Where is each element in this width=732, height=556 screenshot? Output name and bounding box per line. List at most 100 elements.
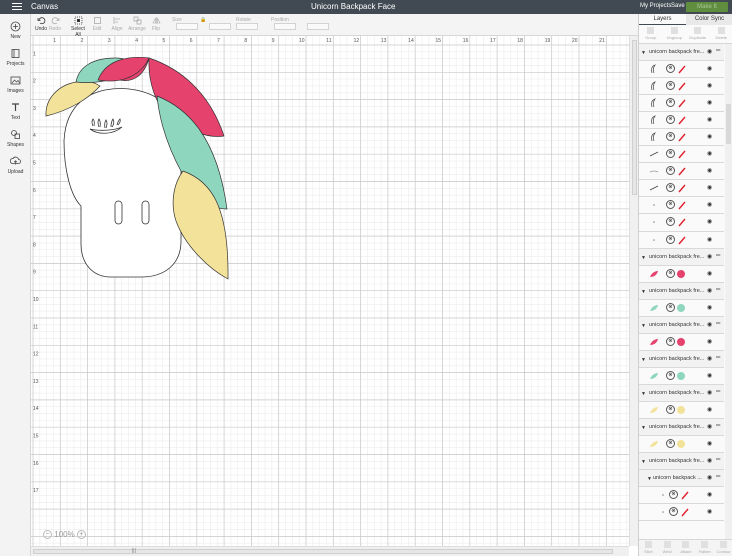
eye-icon[interactable]: ◉: [707, 508, 713, 515]
y-field[interactable]: [307, 23, 329, 30]
eye-icon[interactable]: ◉: [707, 389, 713, 396]
layer-row[interactable]: ⊗ ◉: [639, 436, 724, 454]
layer-row[interactable]: ⊗ ◉: [639, 214, 724, 232]
edit-button[interactable]: Edit: [91, 16, 103, 32]
operation-icon[interactable]: ⊗: [666, 234, 675, 244]
operation-icon[interactable]: ⊗: [666, 132, 675, 142]
eye-icon[interactable]: ◉: [707, 65, 713, 72]
operation-icon[interactable]: ⊗: [666, 115, 675, 125]
pen-icon[interactable]: [677, 98, 687, 108]
layer-row[interactable]: ⊗ ◉: [639, 487, 724, 505]
eye-icon[interactable]: ◉: [707, 133, 713, 140]
eye-icon[interactable]: ◉: [707, 150, 713, 157]
operation-icon[interactable]: ⊗: [666, 200, 675, 210]
more-icon[interactable]: ═: [716, 355, 722, 361]
layers-scrollbar[interactable]: [725, 44, 732, 539]
operation-icon[interactable]: ⊗: [666, 166, 675, 176]
rotate-field[interactable]: [236, 23, 258, 30]
color-swatch[interactable]: [677, 371, 685, 380]
operation-icon[interactable]: ⊗: [666, 183, 675, 193]
eye-icon[interactable]: ◉: [707, 440, 713, 447]
eye-icon[interactable]: ◉: [707, 474, 713, 481]
rail-shapes[interactable]: Shapes: [0, 129, 31, 148]
contour-button[interactable]: Contour: [714, 540, 732, 556]
expand-triangle-icon[interactable]: ▼: [641, 459, 646, 465]
eye-icon[interactable]: ◉: [707, 99, 713, 106]
eye-icon[interactable]: ◉: [707, 82, 713, 89]
layer-row[interactable]: ⊗ ◉: [639, 265, 724, 283]
layer-row[interactable]: ⊗ ◉: [639, 129, 724, 147]
rail-upload[interactable]: Upload: [0, 156, 31, 175]
operation-icon[interactable]: ⊗: [666, 81, 675, 91]
expand-triangle-icon[interactable]: ▼: [641, 357, 646, 363]
group-button[interactable]: Group: [639, 25, 663, 43]
layer-row[interactable]: ⊗ ◉: [639, 180, 724, 198]
pen-icon[interactable]: [677, 132, 687, 142]
undo-button[interactable]: Undo: [35, 16, 47, 32]
zoom-in-icon[interactable]: +: [76, 530, 86, 540]
ungroup-button[interactable]: Ungroup: [663, 25, 687, 43]
layer-row[interactable]: ⊗ ◉: [639, 61, 724, 79]
eye-icon[interactable]: ◉: [707, 423, 713, 430]
expand-triangle-icon[interactable]: ▼: [641, 255, 646, 261]
eye-icon[interactable]: ◉: [707, 184, 713, 191]
layer-group-row[interactable]: ▼ unicorn backpack fre... ◉ ═: [639, 384, 724, 402]
layer-row[interactable]: ⊗ ◉: [639, 112, 724, 130]
attach-button[interactable]: Attach: [677, 540, 696, 556]
operation-icon[interactable]: ⊗: [666, 217, 675, 227]
layer-group-row[interactable]: ▼ unicorn backpack fre... ◉ ═: [639, 282, 724, 300]
design-canvas[interactable]: 1 2 3 4 5 6 7 8 9 10 11 12 13 14 15 16 17 18 19 20 21 1 2 3 4 5 6 7…: [31, 36, 629, 546]
expand-triangle-icon[interactable]: ▼: [641, 50, 646, 56]
layer-row[interactable]: ⊗ ◉: [639, 401, 724, 420]
eye-icon[interactable]: ◉: [707, 457, 713, 464]
x-field[interactable]: [274, 23, 296, 30]
redo-button[interactable]: Redo: [49, 16, 61, 32]
height-field[interactable]: [209, 23, 231, 30]
layer-row[interactable]: ⊗ ◉: [639, 299, 724, 317]
operation-icon[interactable]: ⊗: [666, 439, 675, 449]
rail-text[interactable]: Text: [0, 102, 31, 121]
layer-row[interactable]: ⊗ ◉: [639, 78, 724, 96]
vertical-scrollbar[interactable]: [629, 36, 638, 546]
eye-icon[interactable]: ◉: [707, 287, 713, 294]
color-swatch[interactable]: [677, 303, 685, 312]
eye-icon[interactable]: ◉: [707, 491, 713, 498]
width-field[interactable]: [176, 23, 198, 30]
more-icon[interactable]: ═: [716, 457, 722, 463]
pen-icon[interactable]: [680, 490, 690, 500]
color-swatch[interactable]: [677, 269, 685, 278]
layer-row[interactable]: ⊗ ◉: [639, 197, 724, 215]
horizontal-scroll-thumb[interactable]: [33, 549, 613, 554]
arrange-button[interactable]: Arrange: [128, 16, 146, 32]
hamburger-menu-icon[interactable]: [12, 3, 22, 11]
operation-icon[interactable]: ⊗: [669, 507, 678, 517]
flip-button[interactable]: Flip: [150, 16, 162, 32]
operation-icon[interactable]: ⊗: [666, 98, 675, 108]
eye-icon[interactable]: ◉: [707, 355, 713, 362]
layer-row[interactable]: ⊗ ◉: [639, 367, 724, 385]
operation-icon[interactable]: ⊗: [669, 490, 678, 500]
eye-icon[interactable]: ◉: [707, 321, 713, 328]
layer-row[interactable]: ⊗ ◉: [639, 504, 724, 522]
expand-triangle-icon[interactable]: ▼: [641, 391, 646, 397]
eye-icon[interactable]: ◉: [707, 406, 713, 413]
layer-group-row[interactable]: ▼ unicorn backpack fre... ◉ ═: [639, 248, 724, 266]
layers-scroll-thumb[interactable]: [726, 104, 731, 144]
vertical-scroll-thumb[interactable]: [632, 40, 637, 195]
lock-icon[interactable]: 🔒: [200, 17, 206, 23]
tab-color-sync[interactable]: Color Sync: [686, 14, 732, 25]
layer-row[interactable]: ⊗ ◉: [639, 146, 724, 164]
pen-icon[interactable]: [677, 217, 687, 227]
operation-icon[interactable]: ⊗: [666, 268, 675, 278]
save-link[interactable]: Save: [671, 3, 685, 9]
pen-icon[interactable]: [677, 64, 687, 74]
more-icon[interactable]: ═: [716, 389, 722, 395]
layer-row[interactable]: ⊗ ◉: [639, 163, 724, 181]
layer-group-row[interactable]: ▼ unicorn backpack fre... ◉ ═: [639, 453, 724, 471]
my-projects-link[interactable]: My Projects: [640, 3, 671, 9]
operation-icon[interactable]: ⊗: [666, 336, 675, 346]
horizontal-scrollbar[interactable]: |||: [31, 546, 629, 556]
color-swatch[interactable]: [677, 405, 685, 414]
layer-group-row[interactable]: ▼ unicorn backpack fre... ◉ ═: [639, 44, 724, 62]
eye-icon[interactable]: ◉: [707, 116, 713, 123]
